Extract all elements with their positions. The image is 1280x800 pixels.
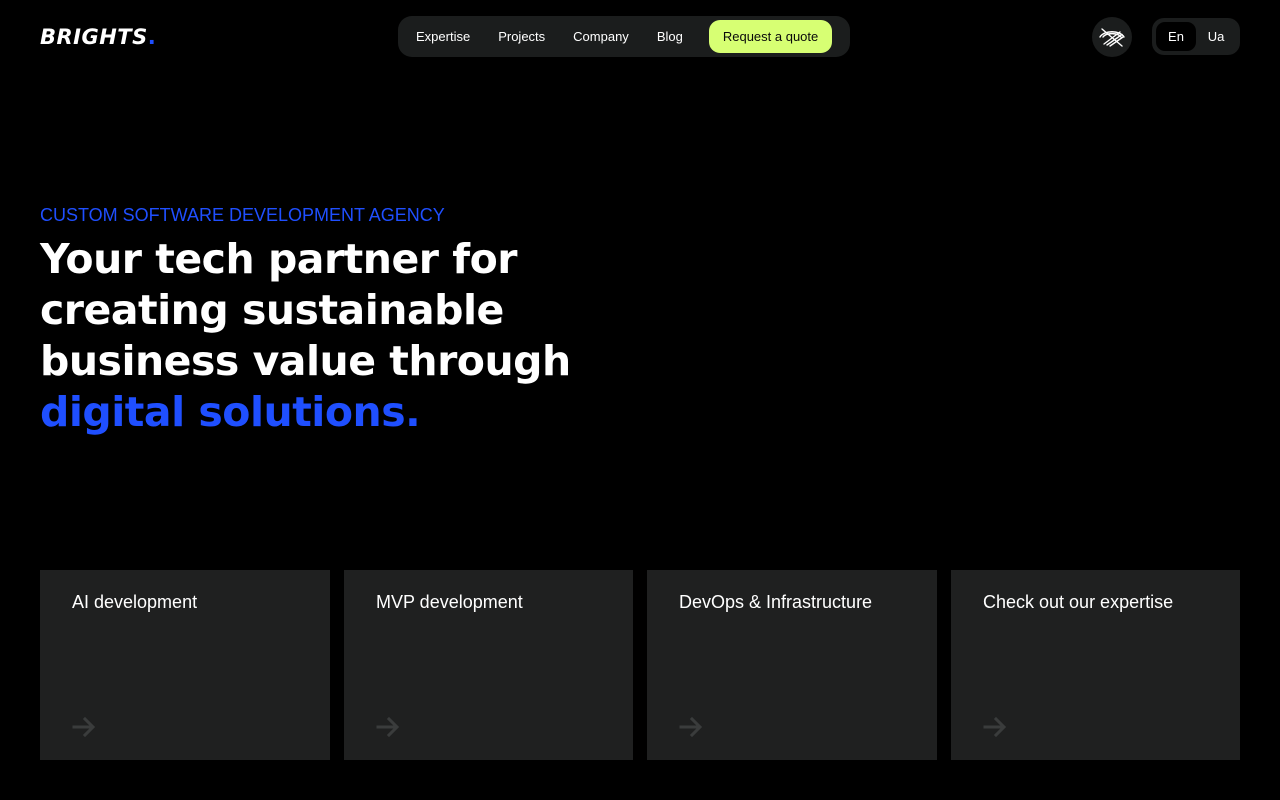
eye-off-icon — [1099, 28, 1125, 47]
language-option-en[interactable]: En — [1156, 22, 1196, 51]
arrow-right-icon — [983, 716, 1007, 738]
hero-eyebrow: CUSTOM SOFTWARE DEVELOPMENT AGENCY — [40, 205, 445, 225]
brand-dot: . — [147, 25, 157, 49]
card-title: AI development — [72, 592, 198, 612]
arrow-right-icon — [376, 716, 400, 738]
nav-item-blog[interactable]: Blog — [643, 20, 697, 53]
main-nav: Expertise Projects Company Blog Request … — [398, 16, 850, 57]
card-devops-infrastructure[interactable]: DevOps & Infrastructure — [647, 570, 937, 760]
hero-title-accent: digital solutions. — [40, 388, 421, 436]
accessibility-toggle-button[interactable] — [1092, 17, 1132, 57]
brand-logo[interactable]: BRIGHTS. — [40, 25, 156, 49]
brand-name: BRIGHTS — [40, 25, 148, 49]
hero-title-main: Your tech partner for creating sustainab… — [40, 235, 571, 385]
service-cards: AI development MVP development DevOps & … — [40, 570, 1240, 760]
arrow-right-icon — [72, 716, 96, 738]
hero-title: Your tech partner for creating sustainab… — [40, 234, 700, 438]
nav-item-expertise[interactable]: Expertise — [402, 20, 484, 53]
card-ai-development[interactable]: AI development — [40, 570, 330, 760]
card-mvp-development[interactable]: MVP development — [344, 570, 633, 760]
arrow-right-icon — [679, 716, 703, 738]
language-option-ua[interactable]: Ua — [1196, 22, 1236, 51]
request-quote-button[interactable]: Request a quote — [708, 20, 833, 53]
page: BRIGHTS. Expertise Projects Company Blog… — [0, 0, 1280, 800]
language-switcher: En Ua — [1152, 18, 1240, 55]
card-title: Check out our expertise — [983, 592, 1174, 612]
card-title: DevOps & Infrastructure — [679, 592, 873, 612]
card-title: MVP development — [376, 592, 523, 612]
nav-item-company[interactable]: Company — [559, 20, 643, 53]
card-check-expertise[interactable]: Check out our expertise — [951, 570, 1240, 760]
nav-item-projects[interactable]: Projects — [484, 20, 559, 53]
